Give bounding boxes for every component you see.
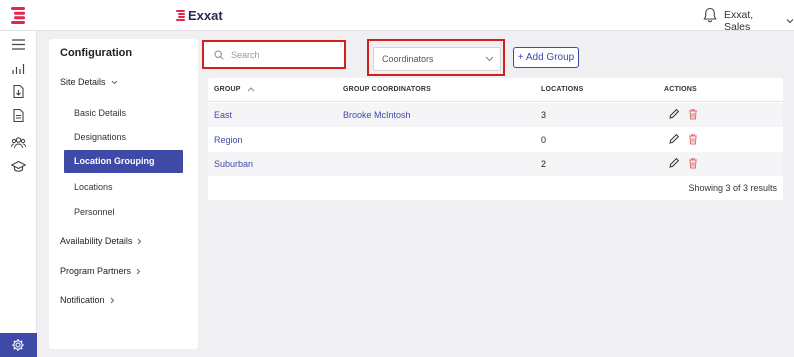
locations-count: 0	[541, 135, 547, 145]
header-divider	[208, 101, 783, 102]
sort-asc-icon[interactable]	[247, 87, 255, 92]
graduation-cap-icon[interactable]	[11, 159, 26, 174]
results-count: Showing 3 of 3 results	[688, 183, 777, 193]
groups-table: GROUP GROUP COORDINATORS LOCATIONS ACTIO…	[208, 78, 783, 200]
left-rail	[0, 31, 37, 357]
people-group-icon[interactable]	[11, 135, 26, 150]
column-header-actions: ACTIONS	[664, 86, 697, 93]
search-icon	[214, 50, 224, 60]
edit-icon[interactable]	[668, 133, 680, 145]
table-row: East Brooke McIntosh 3	[208, 103, 783, 127]
nav-personnel[interactable]: Personnel	[74, 207, 115, 217]
chevron-down-icon	[786, 19, 794, 24]
chevron-right-icon	[138, 238, 142, 244]
site-details-label: Site Details	[60, 77, 106, 87]
locations-count: 3	[541, 110, 547, 120]
column-header-group-coordinators: GROUP COORDINATORS	[343, 86, 431, 93]
nav-locations[interactable]: Locations	[74, 182, 113, 192]
search-input[interactable]	[231, 48, 341, 62]
delete-icon[interactable]	[687, 157, 699, 169]
coordinators-filter-highlight: Coordinators	[367, 39, 505, 76]
top-bar: Exxat Exxat, Sales	[0, 0, 794, 33]
chevron-right-icon	[110, 297, 114, 303]
program-partners-toggle[interactable]: Program Partners	[60, 266, 141, 276]
nav-location-grouping[interactable]: Location Grouping	[64, 150, 183, 173]
table-row: Region 0	[208, 128, 783, 152]
exxat-logo-icon	[176, 10, 185, 21]
bell-icon[interactable]	[703, 7, 717, 23]
program-partners-label: Program Partners	[60, 266, 132, 276]
group-name-link[interactable]: Suburban	[214, 159, 253, 169]
coordinators-select[interactable]: Coordinators	[373, 47, 501, 71]
analytics-icon[interactable]	[11, 61, 26, 76]
group-header-label: GROUP	[214, 86, 241, 93]
add-group-button[interactable]: + Add Group	[513, 47, 579, 68]
chevron-down-icon	[485, 56, 494, 62]
notification-toggle[interactable]: Notification	[60, 295, 115, 305]
group-name-link[interactable]: East	[214, 110, 232, 120]
site-details-toggle[interactable]: Site Details	[60, 77, 118, 87]
group-name-link[interactable]: Region	[214, 135, 243, 145]
document-list-icon[interactable]	[11, 108, 26, 123]
edit-icon[interactable]	[668, 108, 680, 120]
brand-logo: Exxat	[176, 8, 223, 23]
notification-label: Notification	[60, 295, 105, 305]
nav-designations[interactable]: Designations	[74, 132, 126, 142]
table-row: Suburban 2	[208, 152, 783, 176]
configuration-title: Configuration	[60, 47, 133, 59]
document-download-icon[interactable]	[11, 84, 26, 99]
coordinator-link[interactable]: Brooke McIntosh	[343, 110, 411, 120]
user-name: Exxat, Sales	[724, 9, 754, 33]
chevron-right-icon	[136, 268, 141, 274]
user-menu[interactable]: Exxat, Sales	[724, 9, 794, 33]
app-logo-icon[interactable]	[11, 7, 25, 24]
delete-icon[interactable]	[687, 108, 699, 120]
settings-button[interactable]	[0, 333, 37, 357]
availability-details-toggle[interactable]: Availability Details	[60, 236, 142, 246]
availability-details-label: Availability Details	[60, 236, 133, 246]
column-header-locations: LOCATIONS	[541, 86, 584, 93]
configuration-panel: Configuration Site Details Basic Details…	[49, 39, 198, 349]
brand-name: Exxat	[188, 8, 223, 23]
delete-icon[interactable]	[687, 133, 699, 145]
gear-icon	[12, 339, 24, 351]
coordinators-select-value: Coordinators	[382, 54, 434, 64]
nav-basic-details[interactable]: Basic Details	[74, 108, 126, 118]
menu-icon[interactable]	[11, 37, 26, 52]
column-header-group[interactable]: GROUP	[214, 86, 255, 93]
search-box	[202, 40, 346, 69]
chevron-down-icon	[111, 80, 117, 84]
locations-count: 2	[541, 159, 547, 169]
edit-icon[interactable]	[668, 157, 680, 169]
